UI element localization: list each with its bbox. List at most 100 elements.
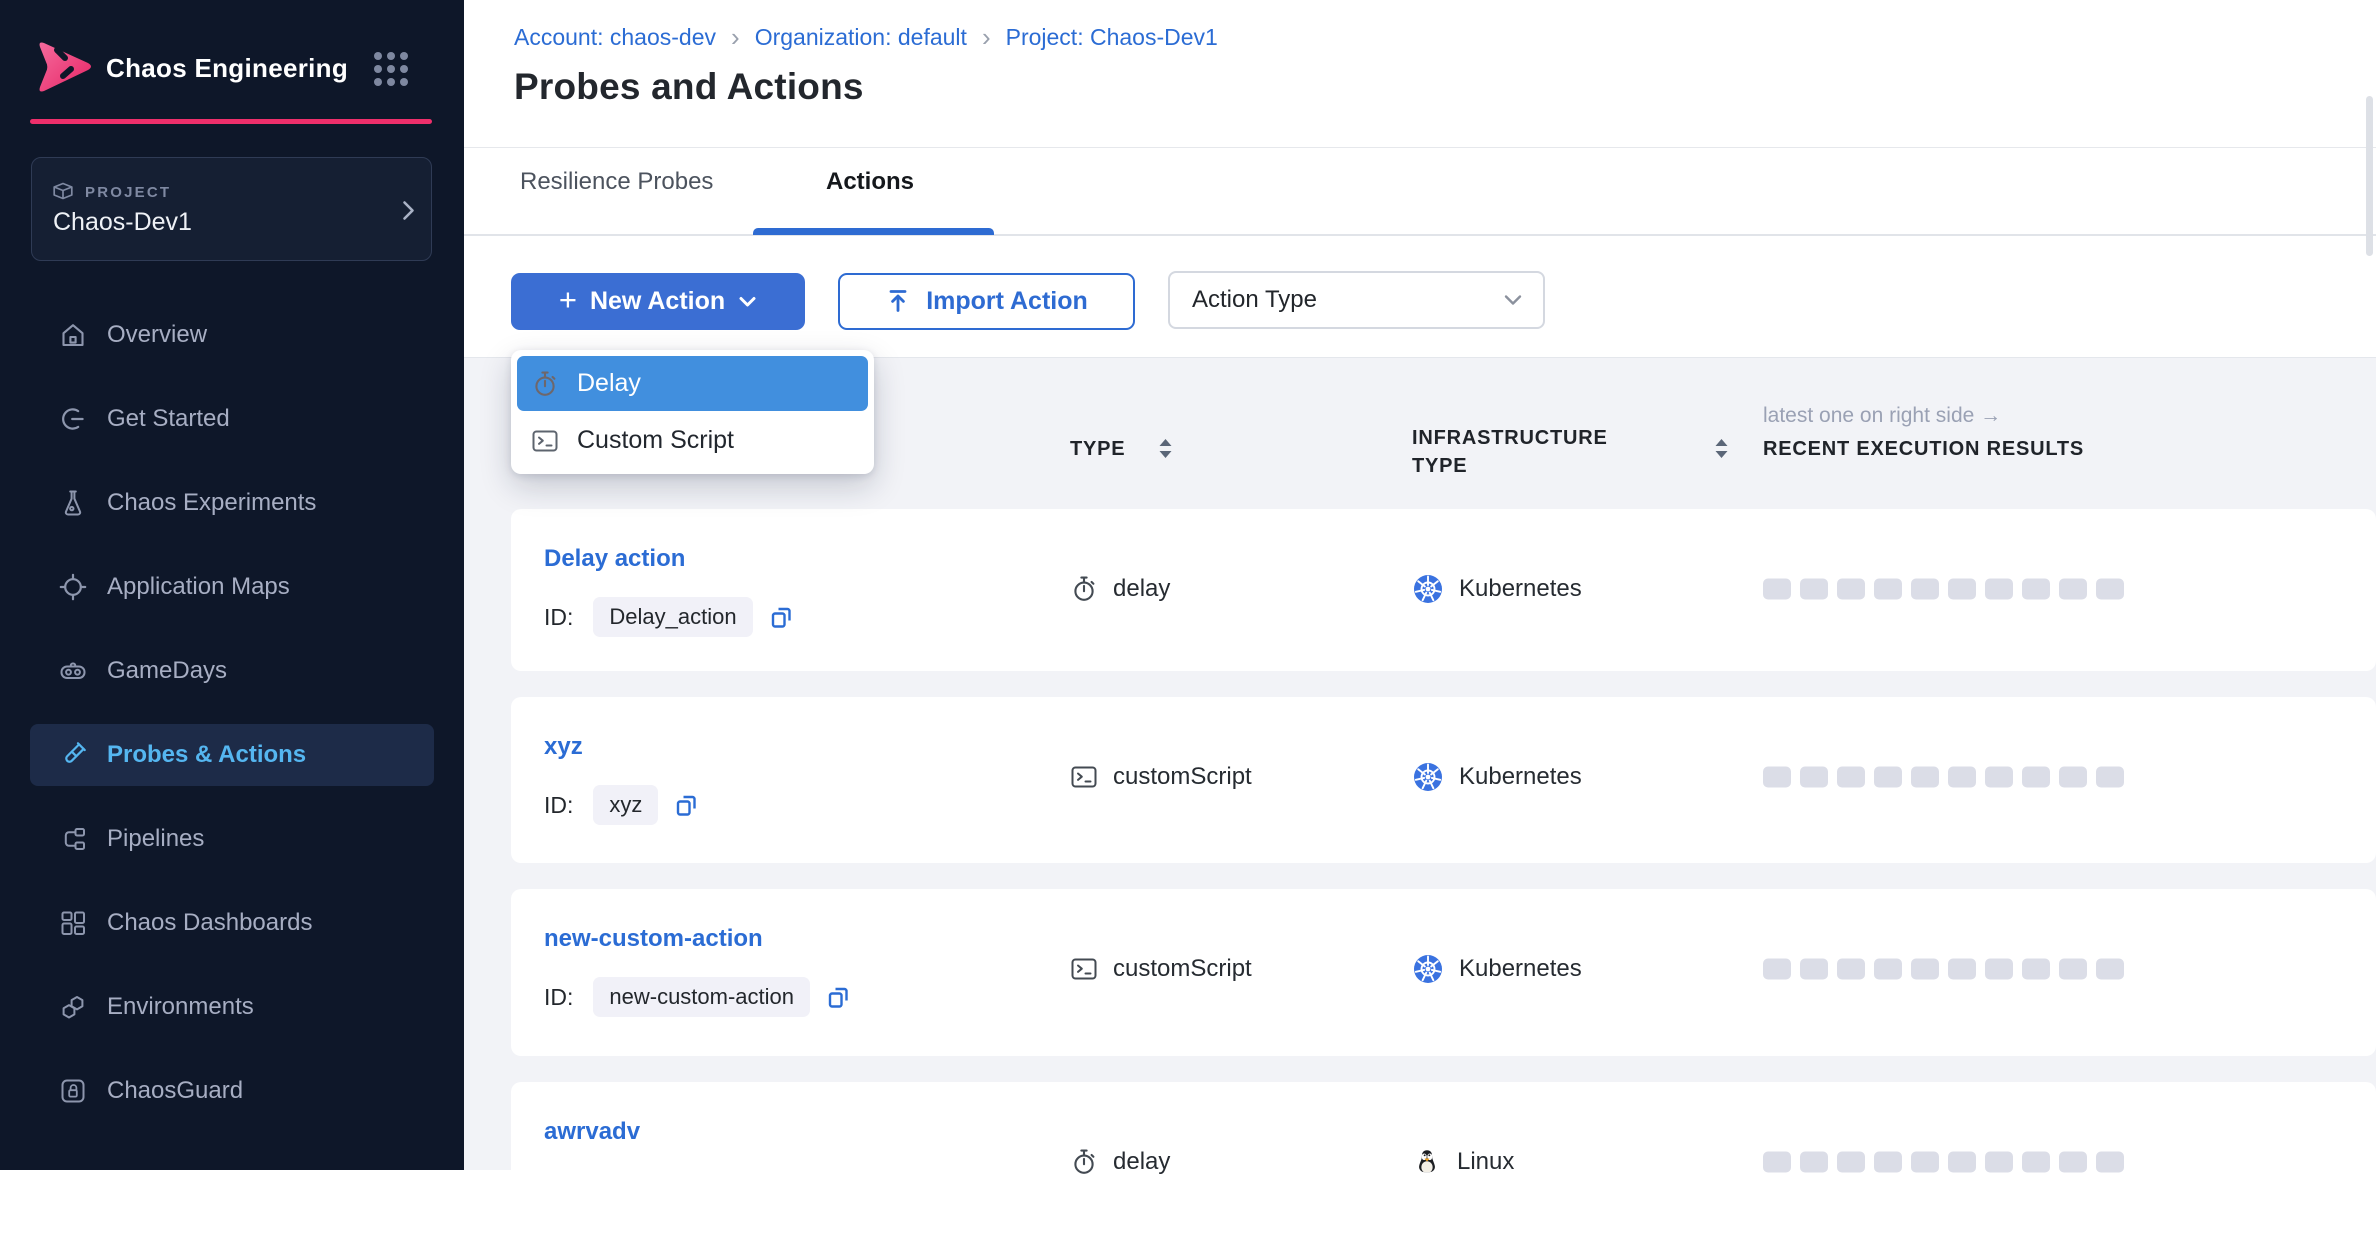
execution-result-placeholder [2096, 1152, 2124, 1173]
copy-icon[interactable] [768, 604, 795, 631]
menu-item-delay[interactable]: Delay [517, 356, 868, 411]
action-type-value: delay [1113, 1148, 1170, 1176]
column-header-type[interactable]: TYPE [1070, 438, 1125, 461]
execution-result-placeholder [1763, 767, 1791, 788]
infrastructure-value: Linux [1457, 1148, 1514, 1176]
import-action-button[interactable]: Import Action [838, 273, 1135, 330]
execution-result-placeholder [1985, 959, 2013, 980]
execution-result-placeholder [1800, 579, 1828, 600]
sidebar-item-label: Overview [107, 321, 207, 349]
menu-item-label: Custom Script [577, 426, 734, 455]
gamepad-icon [58, 656, 88, 686]
breadcrumb-separator: › [982, 26, 991, 49]
breadcrumb-link-1[interactable]: Organization: default [755, 24, 967, 51]
tab-actions[interactable]: Actions [826, 168, 914, 196]
stopwatch-icon [531, 370, 559, 398]
execution-result-placeholder [1985, 579, 2013, 600]
sidebar-item-label: GameDays [107, 657, 227, 685]
column-header-infrastructure-type[interactable]: INFRASTRUCTURE TYPE [1412, 424, 1652, 480]
execution-result-placeholder [1874, 767, 1902, 788]
harness-logo-icon[interactable] [33, 38, 95, 101]
sidebar-item-label: Pipelines [107, 825, 204, 853]
sidebar-item-environments[interactable]: Environments [30, 976, 434, 1038]
sidebar-item-label: Probes & Actions [107, 741, 306, 769]
copy-icon[interactable] [673, 792, 700, 819]
sidebar-item-chaos-dashboards[interactable]: Chaos Dashboards [30, 892, 434, 954]
sort-icon[interactable] [1714, 437, 1729, 460]
execution-result-placeholder [1800, 959, 1828, 980]
sidebar-item-chaos-experiments[interactable]: Chaos Experiments [30, 472, 434, 534]
menu-item-custom-script[interactable]: Custom Script [517, 413, 868, 468]
action-type-cell: customScript [1070, 763, 1252, 791]
action-type-value: customScript [1113, 955, 1252, 983]
page-title: Probes and Actions [514, 66, 864, 108]
execution-result-placeholder [2022, 579, 2050, 600]
scrollbar-thumb[interactable] [2366, 96, 2373, 256]
action-row-xyz: xyz ID: xyz customScript Kubernetes [511, 697, 2376, 863]
terminal-icon [1070, 955, 1098, 983]
execution-result-placeholder [1948, 959, 1976, 980]
sidebar-item-label: Chaos Experiments [107, 489, 316, 517]
sidebar-item-chaosguard[interactable]: ChaosGuard [30, 1060, 434, 1122]
sidebar-item-probes-actions[interactable]: Probes & Actions [30, 724, 434, 786]
pipelines-icon [58, 824, 88, 854]
chevron-down-icon [1503, 294, 1523, 307]
header-divider [464, 147, 2376, 148]
sidebar-item-overview[interactable]: Overview [30, 304, 434, 366]
action-name-link[interactable]: xyz [544, 733, 583, 761]
execution-result-placeholder [1837, 959, 1865, 980]
tab-bar-divider [464, 234, 2376, 236]
action-row-new-custom-action: new-custom-action ID: new-custom-action … [511, 889, 2376, 1056]
execution-result-placeholder [1800, 1152, 1828, 1173]
sidebar-nav: Overview Get Started Chaos Experiments A… [30, 304, 434, 1144]
module-grid-icon[interactable] [374, 52, 408, 86]
tab-resilience-probes[interactable]: Resilience Probes [520, 168, 713, 196]
copy-icon[interactable] [825, 984, 852, 1011]
new-action-dropdown-menu: Delay Custom Script [511, 350, 874, 474]
action-type-filter[interactable]: Action Type [1168, 271, 1545, 329]
sidebar-item-label: Application Maps [107, 573, 290, 601]
execution-result-placeholder [2022, 767, 2050, 788]
kubernetes-icon [1412, 573, 1444, 605]
sort-icon[interactable] [1158, 437, 1173, 460]
infrastructure-value: Kubernetes [1459, 763, 1582, 791]
sidebar-item-application-maps[interactable]: Application Maps [30, 556, 434, 618]
action-name-link[interactable]: new-custom-action [544, 925, 763, 953]
active-tab-indicator [753, 228, 994, 235]
action-type-filter-value: Action Type [1192, 286, 1317, 314]
project-selector[interactable]: PROJECT Chaos-Dev1 [31, 157, 432, 261]
new-action-button[interactable]: + New Action [511, 273, 805, 330]
id-label: ID: [544, 792, 573, 819]
test-tube-icon [58, 740, 88, 770]
chevron-down-icon [738, 295, 757, 309]
kubernetes-icon [1412, 761, 1444, 793]
action-id-row: ID: Delay_action [544, 597, 795, 637]
breadcrumb-link-0[interactable]: Account: chaos-dev [514, 24, 716, 51]
project-label: PROJECT [85, 184, 171, 201]
sidebar-item-get-started[interactable]: Get Started [30, 388, 434, 450]
execution-result-placeholder [1911, 1152, 1939, 1173]
sidebar-item-gamedays[interactable]: GameDays [30, 640, 434, 702]
action-name-link[interactable]: awrvadv [544, 1118, 640, 1146]
execution-result-placeholder [2059, 959, 2087, 980]
power-icon [58, 404, 88, 434]
breadcrumb: Account: chaos-dev › Organization: default… [514, 24, 1218, 51]
breadcrumb-separator: › [731, 26, 740, 49]
execution-result-placeholder [1911, 959, 1939, 980]
terminal-icon [1070, 763, 1098, 791]
action-type-value: delay [1113, 575, 1170, 603]
sidebar-item-label: Get Started [107, 405, 230, 433]
action-row-awrvadv: awrvadv delay Linux [511, 1082, 2376, 1244]
column-header-recent-execution-results: RECENT EXECUTION RESULTS [1763, 438, 2084, 461]
execution-result-placeholder [2059, 579, 2087, 600]
execution-result-placeholder [1874, 579, 1902, 600]
execution-result-placeholder [1948, 767, 1976, 788]
project-name: Chaos-Dev1 [53, 208, 192, 237]
sidebar-item-pipelines[interactable]: Pipelines [30, 808, 434, 870]
recent-results-hint: latest one on right side → [1763, 404, 2001, 428]
breadcrumb-link-2[interactable]: Project: Chaos-Dev1 [1006, 24, 1218, 51]
execution-result-placeholder [1911, 579, 1939, 600]
execution-result-placeholder [1911, 767, 1939, 788]
action-name-link[interactable]: Delay action [544, 545, 685, 573]
execution-result-placeholder [1837, 1152, 1865, 1173]
